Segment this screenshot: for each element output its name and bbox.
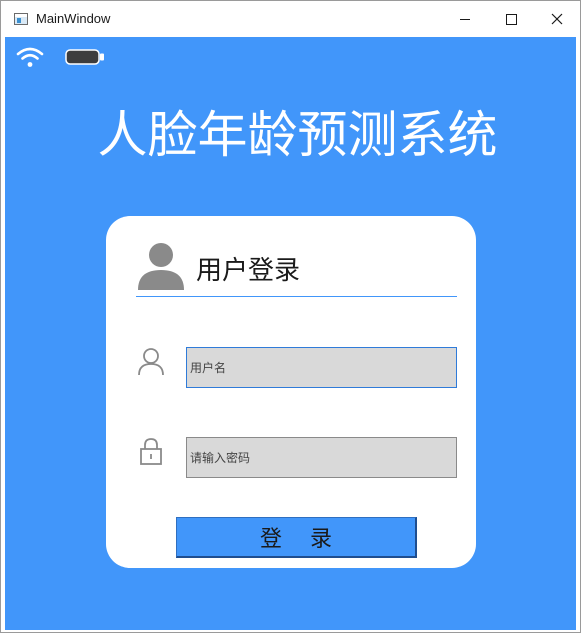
title-divider — [136, 296, 457, 297]
minimize-button[interactable] — [442, 1, 488, 37]
maximize-button[interactable] — [488, 1, 534, 37]
user-avatar-icon — [138, 243, 184, 290]
login-button[interactable]: 登 录 — [176, 517, 417, 558]
lock-icon — [140, 438, 162, 465]
app-heading: 人脸年龄预测系统 — [97, 106, 498, 164]
title-bar[interactable]: MainWindow — [1, 1, 580, 37]
battery-icon — [65, 49, 104, 65]
password-input[interactable] — [186, 437, 457, 478]
user-outline-icon — [138, 348, 164, 376]
username-input[interactable] — [186, 347, 457, 388]
application-icon — [14, 13, 28, 25]
client-area: 人脸年龄预测系统 用户登录 登 录 — [5, 37, 576, 630]
close-button[interactable] — [534, 1, 580, 37]
close-icon — [551, 13, 563, 25]
login-card: 用户登录 登 录 — [106, 216, 476, 568]
window-title: MainWindow — [36, 11, 111, 26]
minimize-icon — [460, 18, 470, 20]
maximize-icon — [505, 13, 517, 25]
login-title: 用户登录 — [196, 256, 301, 286]
wifi-icon — [16, 47, 44, 67]
main-window: MainWindow 人脸年龄预测系统 用户登录 用户名 登 录 — [0, 0, 581, 633]
